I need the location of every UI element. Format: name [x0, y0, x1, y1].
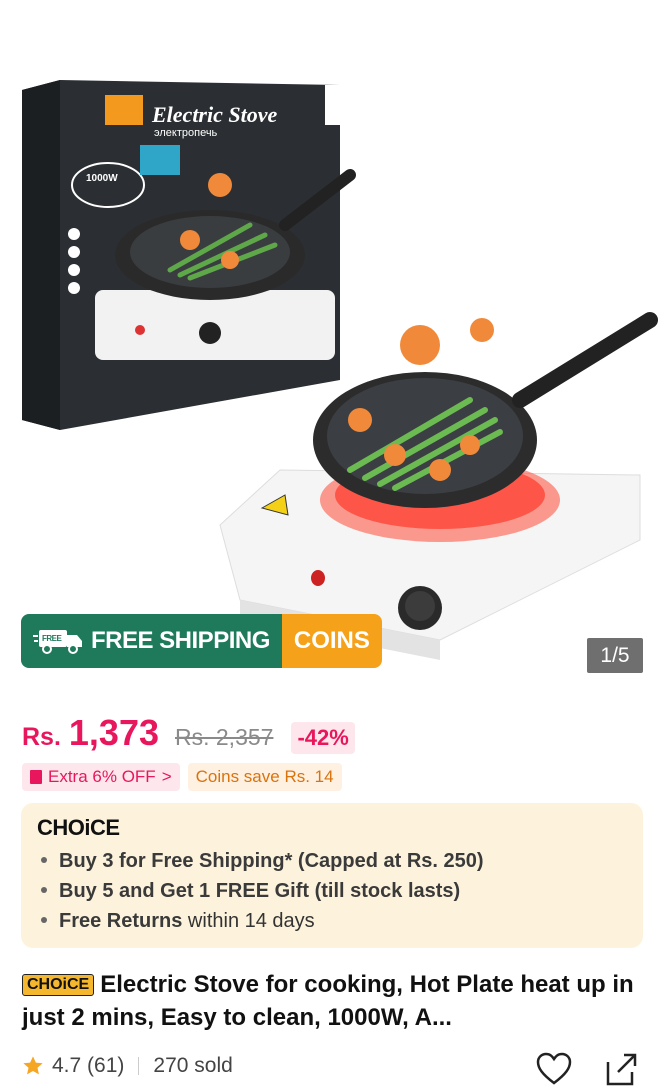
- original-price: Rs. 2,357: [175, 724, 274, 750]
- coins-label: COINS: [293, 627, 370, 654]
- gift-icon: [30, 770, 42, 784]
- choice-logo: CHOiCE: [37, 815, 120, 840]
- choice-tag: CHOiCE: [22, 974, 95, 996]
- product-title: CHOiCE Electric Stove for cooking, Hot Pl…: [22, 968, 642, 1034]
- rating-count: (61): [87, 1054, 125, 1077]
- shipping-coins-badge: FREE FREE SHIPPING COINS: [21, 614, 382, 668]
- image-counter: 1/5: [587, 638, 643, 673]
- rating-score: 4.7: [52, 1054, 82, 1077]
- discount-badge: -42%: [291, 722, 355, 754]
- free-label: FREE: [42, 634, 63, 643]
- product-title-text: Electric Stove for cooking, Hot Plate he…: [22, 971, 634, 1031]
- extra-off-label: Extra 6% OFF: [48, 767, 156, 786]
- product-image: Electric Stove электропечь 1000W: [22, 80, 658, 660]
- coins-badge: COINS: [281, 614, 382, 668]
- heart-icon[interactable]: [536, 1052, 572, 1086]
- sold-count: 270 sold: [153, 1054, 233, 1077]
- free-shipping-badge: FREE FREE SHIPPING: [21, 614, 282, 668]
- free-shipping-label: FREE SHIPPING: [91, 627, 270, 654]
- product-image-gallery[interactable]: Electric Stove электропечь 1000W: [0, 0, 665, 690]
- benefit-item: Buy 3 for Free Shipping* (Capped at Rs. …: [41, 846, 484, 876]
- box-subtitle: электропечь: [154, 127, 218, 139]
- divider: [138, 1057, 140, 1075]
- chevron-right-icon: >: [161, 767, 172, 786]
- current-price: 1,373: [68, 712, 159, 753]
- share-icon[interactable]: [604, 1052, 638, 1086]
- currency-label: Rs.: [22, 723, 61, 751]
- benefit-item: Free Returns within 14 days: [41, 906, 484, 936]
- choice-benefits-list: Buy 3 for Free Shipping* (Capped at Rs. …: [41, 846, 484, 936]
- coins-save-promo: Coins save Rs. 14: [187, 763, 342, 791]
- box-power: 1000W: [86, 173, 118, 184]
- star-icon: [23, 1056, 43, 1075]
- promo-row: Extra 6% OFF > Coins save Rs. 14: [22, 763, 342, 791]
- truck-icon: FREE: [33, 630, 82, 654]
- price-row: Rs. 1,373 Rs. 2,357 -42%: [22, 712, 355, 754]
- rating-row[interactable]: 4.7 (61) 270 sold: [22, 1054, 233, 1078]
- choice-benefits-box: CHOiCE Buy 3 for Free Shipping* (Capped …: [21, 803, 643, 948]
- box-title: Electric Stove: [151, 102, 277, 127]
- benefit-item: Buy 5 and Get 1 FREE Gift (till stock la…: [41, 876, 484, 906]
- extra-off-promo[interactable]: Extra 6% OFF >: [22, 763, 180, 791]
